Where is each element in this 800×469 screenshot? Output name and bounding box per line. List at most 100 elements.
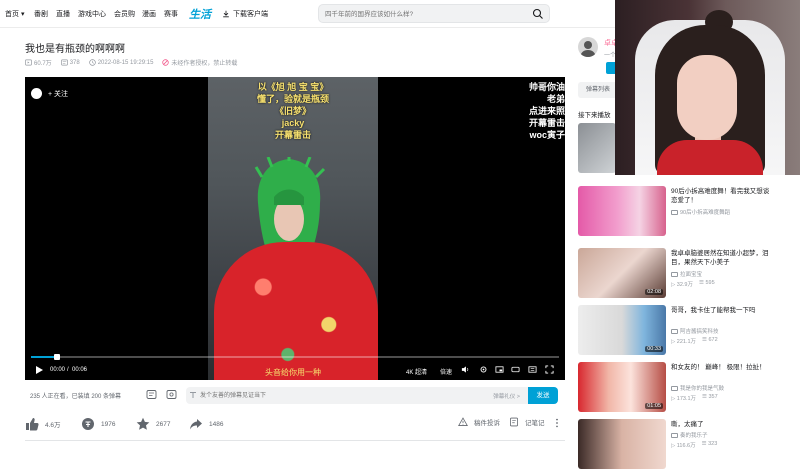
share-count: 1486 — [209, 420, 224, 428]
nav-logo[interactable]: 生活 — [189, 6, 211, 22]
uploader-avatar[interactable] — [31, 88, 42, 99]
nav-item-game-center[interactable]: 游戏中心 — [78, 9, 106, 19]
volume-icon[interactable] — [461, 365, 470, 374]
favorite-button[interactable]: 2677 — [136, 417, 170, 431]
search-box — [318, 4, 550, 23]
player-controls: 00:00 / 00:06 4K 超清 倍速 — [25, 362, 565, 378]
recommendation-stats: ▷ 173.1万 ☰ 357 — [671, 394, 718, 402]
player-follow-button[interactable]: + 关注 — [48, 89, 68, 99]
nav-item-esports[interactable]: 赛事 — [164, 9, 178, 19]
next-video-thumbnail[interactable] — [578, 123, 616, 173]
video-duration: 02:08 — [645, 289, 663, 295]
up-badge-icon — [671, 385, 678, 391]
total-time: 00:06 — [72, 367, 88, 373]
danmaku-bar: 235 人正在看，已装填 200 条弹幕 弹幕礼仪 > 发送 — [25, 384, 565, 406]
share-icon — [190, 419, 202, 430]
like-button[interactable]: 4.6万 — [25, 417, 61, 431]
quality-selector[interactable]: 4K 超清 — [406, 367, 427, 376]
recommendation-stats: ▷ 116.6万 ☰ 323 — [671, 441, 718, 449]
recommendation-thumbnail[interactable] — [578, 186, 666, 236]
play-icon[interactable] — [34, 365, 44, 375]
web-fullscreen-icon[interactable] — [528, 365, 537, 374]
recommendation-stats: ▷ 32.9万 ☰ 595 — [671, 280, 715, 288]
recommendation-title[interactable]: 嘶，太痛了 — [671, 420, 771, 429]
share-button[interactable]: 1486 — [189, 417, 223, 431]
video-duration: 01:05 — [645, 403, 663, 409]
search-icon[interactable] — [532, 8, 544, 20]
clock-icon — [88, 59, 96, 66]
video-side-caption: 帅哥你油 老弟 点进来照 开幕雷击 woc寅子 — [528, 82, 565, 140]
report-button[interactable]: 稿件投诉 — [458, 417, 500, 427]
recommendation-title[interactable]: 90后小拆高难度舞！看完我又想谈恋爱了！ — [671, 187, 771, 205]
recommendation-thumbnail[interactable]: 00:33 — [578, 305, 666, 355]
danmaku-etiquette-link[interactable]: 弹幕礼仪 > — [493, 392, 520, 400]
pip-icon[interactable] — [495, 365, 504, 374]
danmaku-input[interactable] — [200, 390, 450, 401]
avatar-image — [580, 41, 596, 57]
recommendation-item[interactable]: 嘶，太痛了 奏的我乐子 ▷ 116.6万 ☰ 323 — [578, 419, 800, 469]
recommendation-item[interactable]: 01:05 和女友的！ 巅峰！ 极限！拉扯！ 我是你的我是气鼓 ▷ 173.1万… — [578, 362, 800, 412]
recommendation-up: 我是你的我是气鼓 — [671, 384, 724, 392]
danmaku-toggle-icon[interactable] — [146, 389, 157, 400]
coin-icon — [82, 418, 94, 430]
nav-item-shop[interactable]: 会员购 — [114, 9, 135, 19]
send-danmaku-button[interactable]: 发送 — [528, 387, 558, 404]
more-dots-icon — [556, 418, 558, 428]
fullscreen-icon[interactable] — [545, 365, 554, 374]
progress-bar[interactable] — [31, 354, 559, 360]
video-player[interactable]: 以《旭 旭 宝 宝》 懂了，验就是瓶颈 《旧梦》 jacky 开幕雷击 头音给你… — [25, 77, 565, 380]
note-icon — [510, 417, 518, 427]
viewer-count: 235 人正在看，已装填 200 条弹幕 — [30, 394, 122, 400]
download-client-link[interactable]: 下载客户端 — [222, 9, 268, 19]
coin-button[interactable]: 1976 — [81, 417, 115, 431]
recommendation-title[interactable]: 和女友的！ 巅峰！ 极限！拉扯！ — [671, 363, 771, 372]
thumbs-up-icon — [26, 418, 39, 431]
recommendation-thumbnail[interactable]: 02:08 — [578, 248, 666, 298]
coin-count: 1976 — [101, 420, 116, 428]
nav-item-live[interactable]: 直播 — [56, 9, 70, 19]
up-badge-icon — [671, 328, 678, 334]
speed-selector[interactable]: 倍速 — [440, 367, 452, 376]
nav-item-anime[interactable]: 番剧 — [34, 9, 48, 19]
up-avatar[interactable] — [578, 37, 598, 57]
download-label: 下载客户端 — [233, 11, 268, 18]
font-style-icon[interactable] — [189, 391, 197, 399]
danmaku-input-wrap: 弹幕礼仪 > — [186, 387, 528, 404]
danmaku-list-button[interactable]: 弹幕列表 — [578, 82, 618, 98]
settings-icon[interactable] — [479, 365, 488, 374]
widescreen-icon[interactable] — [511, 365, 520, 374]
video-toolbar: 4.6万 1976 2677 1486 稿件投诉 记笔记 — [25, 414, 565, 434]
nav-home[interactable]: 首页 ▾ — [5, 9, 24, 19]
up-badge-icon — [671, 209, 678, 215]
up-badge-icon — [671, 432, 678, 438]
recommendation-title[interactable]: 我卓卓脑婆居然在知道小超梦，泪目，果然天下小美子 — [671, 249, 771, 267]
floral-shirt — [214, 242, 378, 380]
favorite-count: 2677 — [156, 420, 171, 428]
warning-icon — [458, 417, 468, 426]
danmaku-count: 378 — [60, 59, 80, 66]
recommendation-stats: ▷ 221.1万 ☰ 672 — [671, 337, 718, 345]
view-count: 60.7万 — [25, 58, 52, 67]
more-options-icon[interactable] — [555, 417, 559, 429]
recommendation-item[interactable]: 02:08 我卓卓脑婆居然在知道小超梦，泪目，果然天下小美子 拉面宝宝 ▷ 32… — [578, 248, 800, 298]
nav-item-manga[interactable]: 漫画 — [142, 9, 156, 19]
up-badge-icon — [671, 271, 678, 277]
copyright-notice: 未经作者授权，禁止转载 — [162, 58, 237, 67]
publish-date: 2022-08-15 19:29:15 — [88, 59, 153, 66]
video-frame: 以《旭 旭 宝 宝》 懂了，验就是瓶颈 《旧梦》 jacky 开幕雷击 头音给你… — [208, 77, 378, 380]
search-input[interactable] — [325, 8, 525, 20]
recommendation-up: 拉面宝宝 — [671, 270, 702, 278]
recommendation-thumbnail[interactable]: 01:05 — [578, 362, 666, 412]
recommendation-up: 90后小拆高难度舞蹈 — [671, 208, 730, 216]
progress-handle[interactable] — [54, 354, 61, 360]
notes-button[interactable]: 记笔记 — [509, 417, 545, 427]
danmaku-settings-icon[interactable] — [166, 389, 177, 400]
recommendation-title[interactable]: 哥哥，我卡住了能帮我一下吗 — [671, 306, 771, 315]
download-icon — [223, 10, 229, 18]
recommendation-thumbnail[interactable] — [578, 419, 666, 469]
video-title: 我也是有瓶颈的啊啊啊 — [25, 44, 125, 55]
recommendation-item[interactable]: 00:33 哥哥，我卡住了能帮我一下吗 阿吉酱搞笑科技 ▷ 221.1万 ☰ 67… — [578, 305, 800, 355]
recommendation-up: 阿吉酱搞笑科技 — [671, 327, 719, 335]
time-separator: / — [67, 367, 69, 373]
recommendation-item[interactable]: 90后小拆高难度舞！看完我又想谈恋爱了！ 90后小拆高难度舞蹈 — [578, 186, 800, 236]
